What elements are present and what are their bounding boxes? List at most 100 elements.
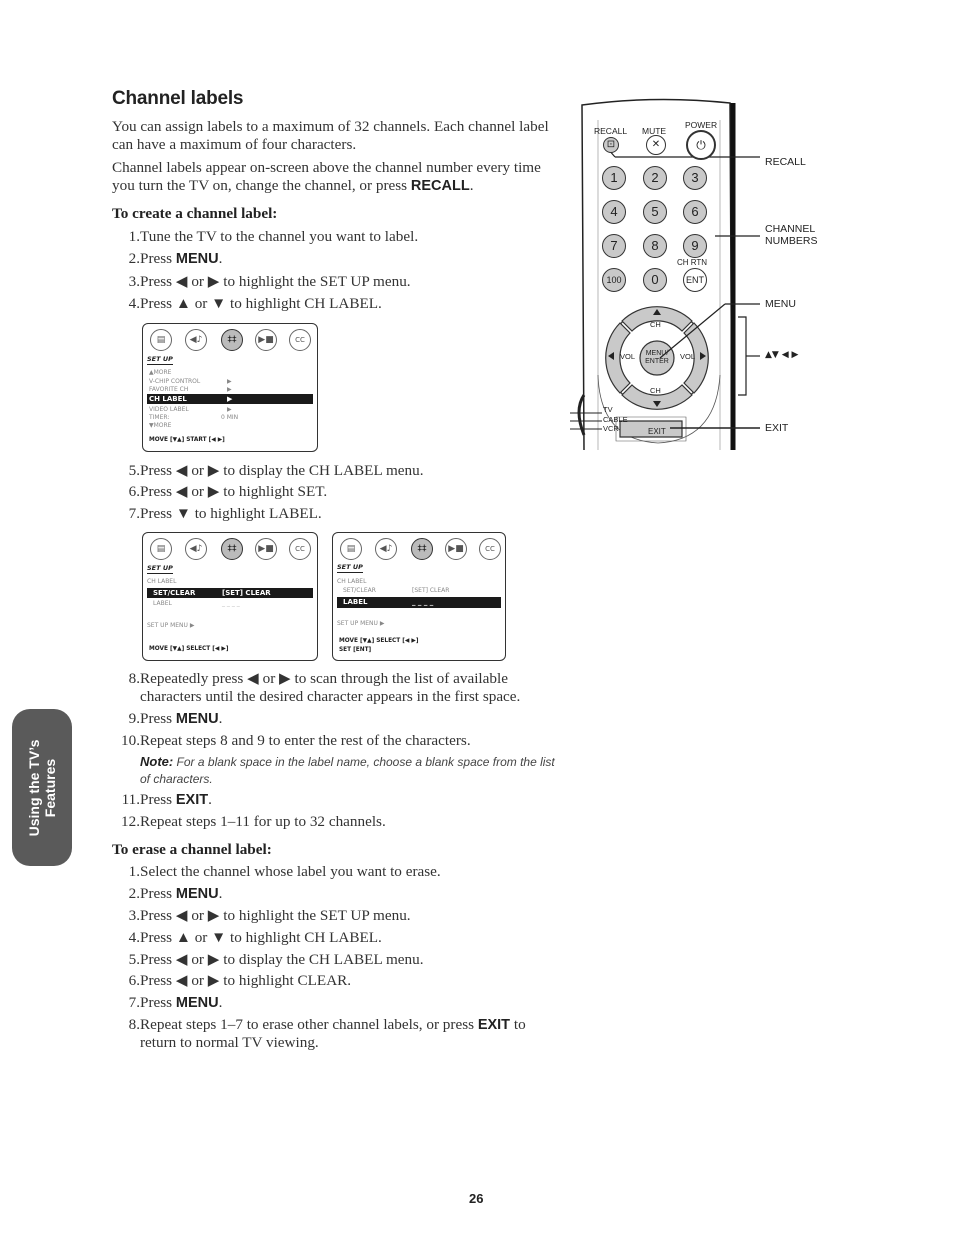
osd-row-label: LABEL _ _ _ _ (337, 597, 501, 608)
step-number: 8. (128, 670, 140, 687)
cc-icon: CC (479, 538, 501, 560)
osd-header: SET UP (147, 355, 173, 365)
keyword-exit: EXIT (175, 792, 209, 808)
create-step: 8. Repeatedly press ◀ or ▶ to scan throug… (112, 670, 562, 705)
power-button[interactable]: ⏻ (686, 130, 716, 160)
step-number: 2. (128, 250, 140, 267)
tv-cable-vcr-switch[interactable]: TV CABLE VCR (603, 405, 628, 434)
cc-icon: CC (289, 538, 311, 560)
picture-icon: ▤ (340, 538, 362, 560)
callout-recall: RECALL (765, 156, 806, 168)
erase-step: 7. Press MENU. (112, 994, 562, 1012)
create-step: 2. Press MENU. (112, 250, 562, 268)
audio-icon: ◀♪ (185, 329, 207, 351)
digit-button-2[interactable]: 2 (643, 166, 667, 190)
setup-icon: ‡‡ (411, 538, 433, 560)
setup-icon: ‡‡ (221, 329, 243, 351)
create-step: 1. Tune the TV to the channel you want to… (112, 228, 562, 246)
picture-icon: ▤ (150, 538, 172, 560)
erase-heading: To erase a channel label: (112, 841, 272, 858)
step-number: 4. (128, 929, 140, 946)
callout-exit: EXIT (765, 422, 789, 434)
digit-button-0[interactable]: 0 (643, 268, 667, 292)
create-step: 11. Press EXIT. (112, 791, 562, 809)
section-side-tab: Using the TV’s Features (12, 709, 72, 866)
digit-button-8[interactable]: 8 (643, 234, 667, 258)
video-icon: ▶■ (445, 538, 467, 560)
picture-icon: ▤ (150, 329, 172, 351)
create-step: 10. Repeat steps 8 and 9 to enter the res… (112, 732, 562, 750)
ch-up-label: CH (650, 320, 661, 329)
keyword-menu: MENU (175, 995, 219, 1011)
recall-label: RECALL (594, 126, 628, 136)
erase-step: 1. Select the channel whose label you wan… (112, 863, 562, 881)
ch-down-label: CH (650, 386, 661, 395)
create-step: 4. Press ▲ or ▼ to highlight CH LABEL. (112, 295, 562, 313)
callout-channel-numbers: CHANNEL NUMBERS (765, 223, 818, 247)
osd-setup-menu-link: SET UP MENU ▶ (337, 620, 385, 627)
audio-icon: ◀♪ (185, 538, 207, 560)
create-step: 12. Repeat steps 1–11 for up to 32 channe… (112, 813, 562, 831)
menu-enter-label: MENU/ ENTER (645, 350, 669, 365)
step-number: 12. (121, 813, 140, 830)
step-number: 5. (128, 462, 140, 479)
erase-step: 5. Press ◀ or ▶ to display the CH LABEL m… (112, 951, 562, 969)
callout-menu: MENU (765, 298, 796, 310)
digit-button-100[interactable]: 100 (602, 268, 626, 292)
step-number: 11. (121, 791, 140, 808)
osd-menu-item: CH LABEL ▶ (147, 394, 313, 404)
step-number: 1. (128, 228, 140, 245)
menu-icon-bar: ▤ ◀♪ ‡‡ ▶■ CC (147, 329, 313, 355)
osd-footer: MOVE [▼▲] SELECT [◀ ▶] (339, 638, 419, 644)
digit-button-3[interactable]: 3 (683, 166, 707, 190)
page-title: Channel labels (112, 88, 244, 109)
side-tab-line-1: Using the TV’s (26, 739, 42, 836)
erase-step: 4. Press ▲ or ▼ to highlight CH LABEL. (112, 929, 562, 947)
osd-footer: MOVE [▼▲] SELECT [◀ ▶] (149, 646, 229, 652)
osd-setup-menu: ▤ ◀♪ ‡‡ ▶■ CC SET UP ▲MORE V-CHIP CONTROL… (142, 323, 318, 452)
step-number: 7. (128, 505, 140, 522)
create-step: 3. Press ◀ or ▶ to highlight the SET UP m… (112, 273, 562, 291)
digit-button-5[interactable]: 5 (643, 200, 667, 224)
recall-button[interactable]: ⊡ (603, 137, 619, 153)
ch-rtn-label: CH RTN (677, 258, 708, 267)
keyword-menu: MENU (175, 711, 219, 727)
erase-step: 3. Press ◀ or ▶ to highlight the SET UP m… (112, 907, 562, 925)
create-step: 7. Press ▼ to highlight LABEL. (112, 505, 562, 523)
step-number: 6. (128, 483, 140, 500)
osd-footer-set: SET [ENT] (339, 647, 372, 653)
digit-button-6[interactable]: 6 (683, 200, 707, 224)
digit-button-ent[interactable]: ENT (683, 268, 707, 292)
step-number: 7. (128, 994, 140, 1011)
step-number: 9. (128, 710, 140, 727)
audio-icon: ◀♪ (375, 538, 397, 560)
digit-button-7[interactable]: 7 (602, 234, 626, 258)
step-number: 2. (128, 885, 140, 902)
power-label: POWER (685, 120, 718, 130)
erase-step: 2. Press MENU. (112, 885, 562, 903)
cc-icon: CC (289, 329, 311, 351)
digit-button-9[interactable]: 9 (683, 234, 707, 258)
osd-row-set-clear: SET/CLEAR [SET] CLEAR (343, 587, 450, 594)
osd-ch-label-set: ▤ ◀♪ ‡‡ ▶■ CC SET UP CH LABEL SET/CLEAR[… (142, 532, 318, 661)
video-icon: ▶■ (255, 538, 277, 560)
video-icon: ▶■ (255, 329, 277, 351)
side-tab-line-2: Features (42, 758, 58, 817)
digit-button-4[interactable]: 4 (602, 200, 626, 224)
create-step: 9. Press MENU. (112, 710, 562, 728)
keyword-exit: EXIT (477, 1017, 511, 1033)
osd-header: SET UP (147, 564, 173, 574)
step-number: 8. (128, 1016, 140, 1033)
mute-button[interactable]: ✕ (646, 135, 666, 155)
step-number: 10. (121, 732, 140, 749)
step-number: 4. (128, 295, 140, 312)
digit-button-1[interactable]: 1 (602, 166, 626, 190)
step-number: 3. (128, 273, 140, 290)
setup-icon: ‡‡ (221, 538, 243, 560)
osd-ch-label-label: ▤ ◀♪ ‡‡ ▶■ CC SET UP CH LABEL SET/CLEAR[… (332, 532, 506, 661)
osd-header: SET UP (337, 563, 363, 573)
callout-arrows: ▲▼ ◀ ▶ (765, 350, 799, 360)
recall-keyword: RECALL (410, 177, 470, 194)
page-number: 26 (469, 1191, 484, 1206)
erase-step: 8. Repeat steps 1–7 to erase other channe… (112, 1016, 562, 1051)
